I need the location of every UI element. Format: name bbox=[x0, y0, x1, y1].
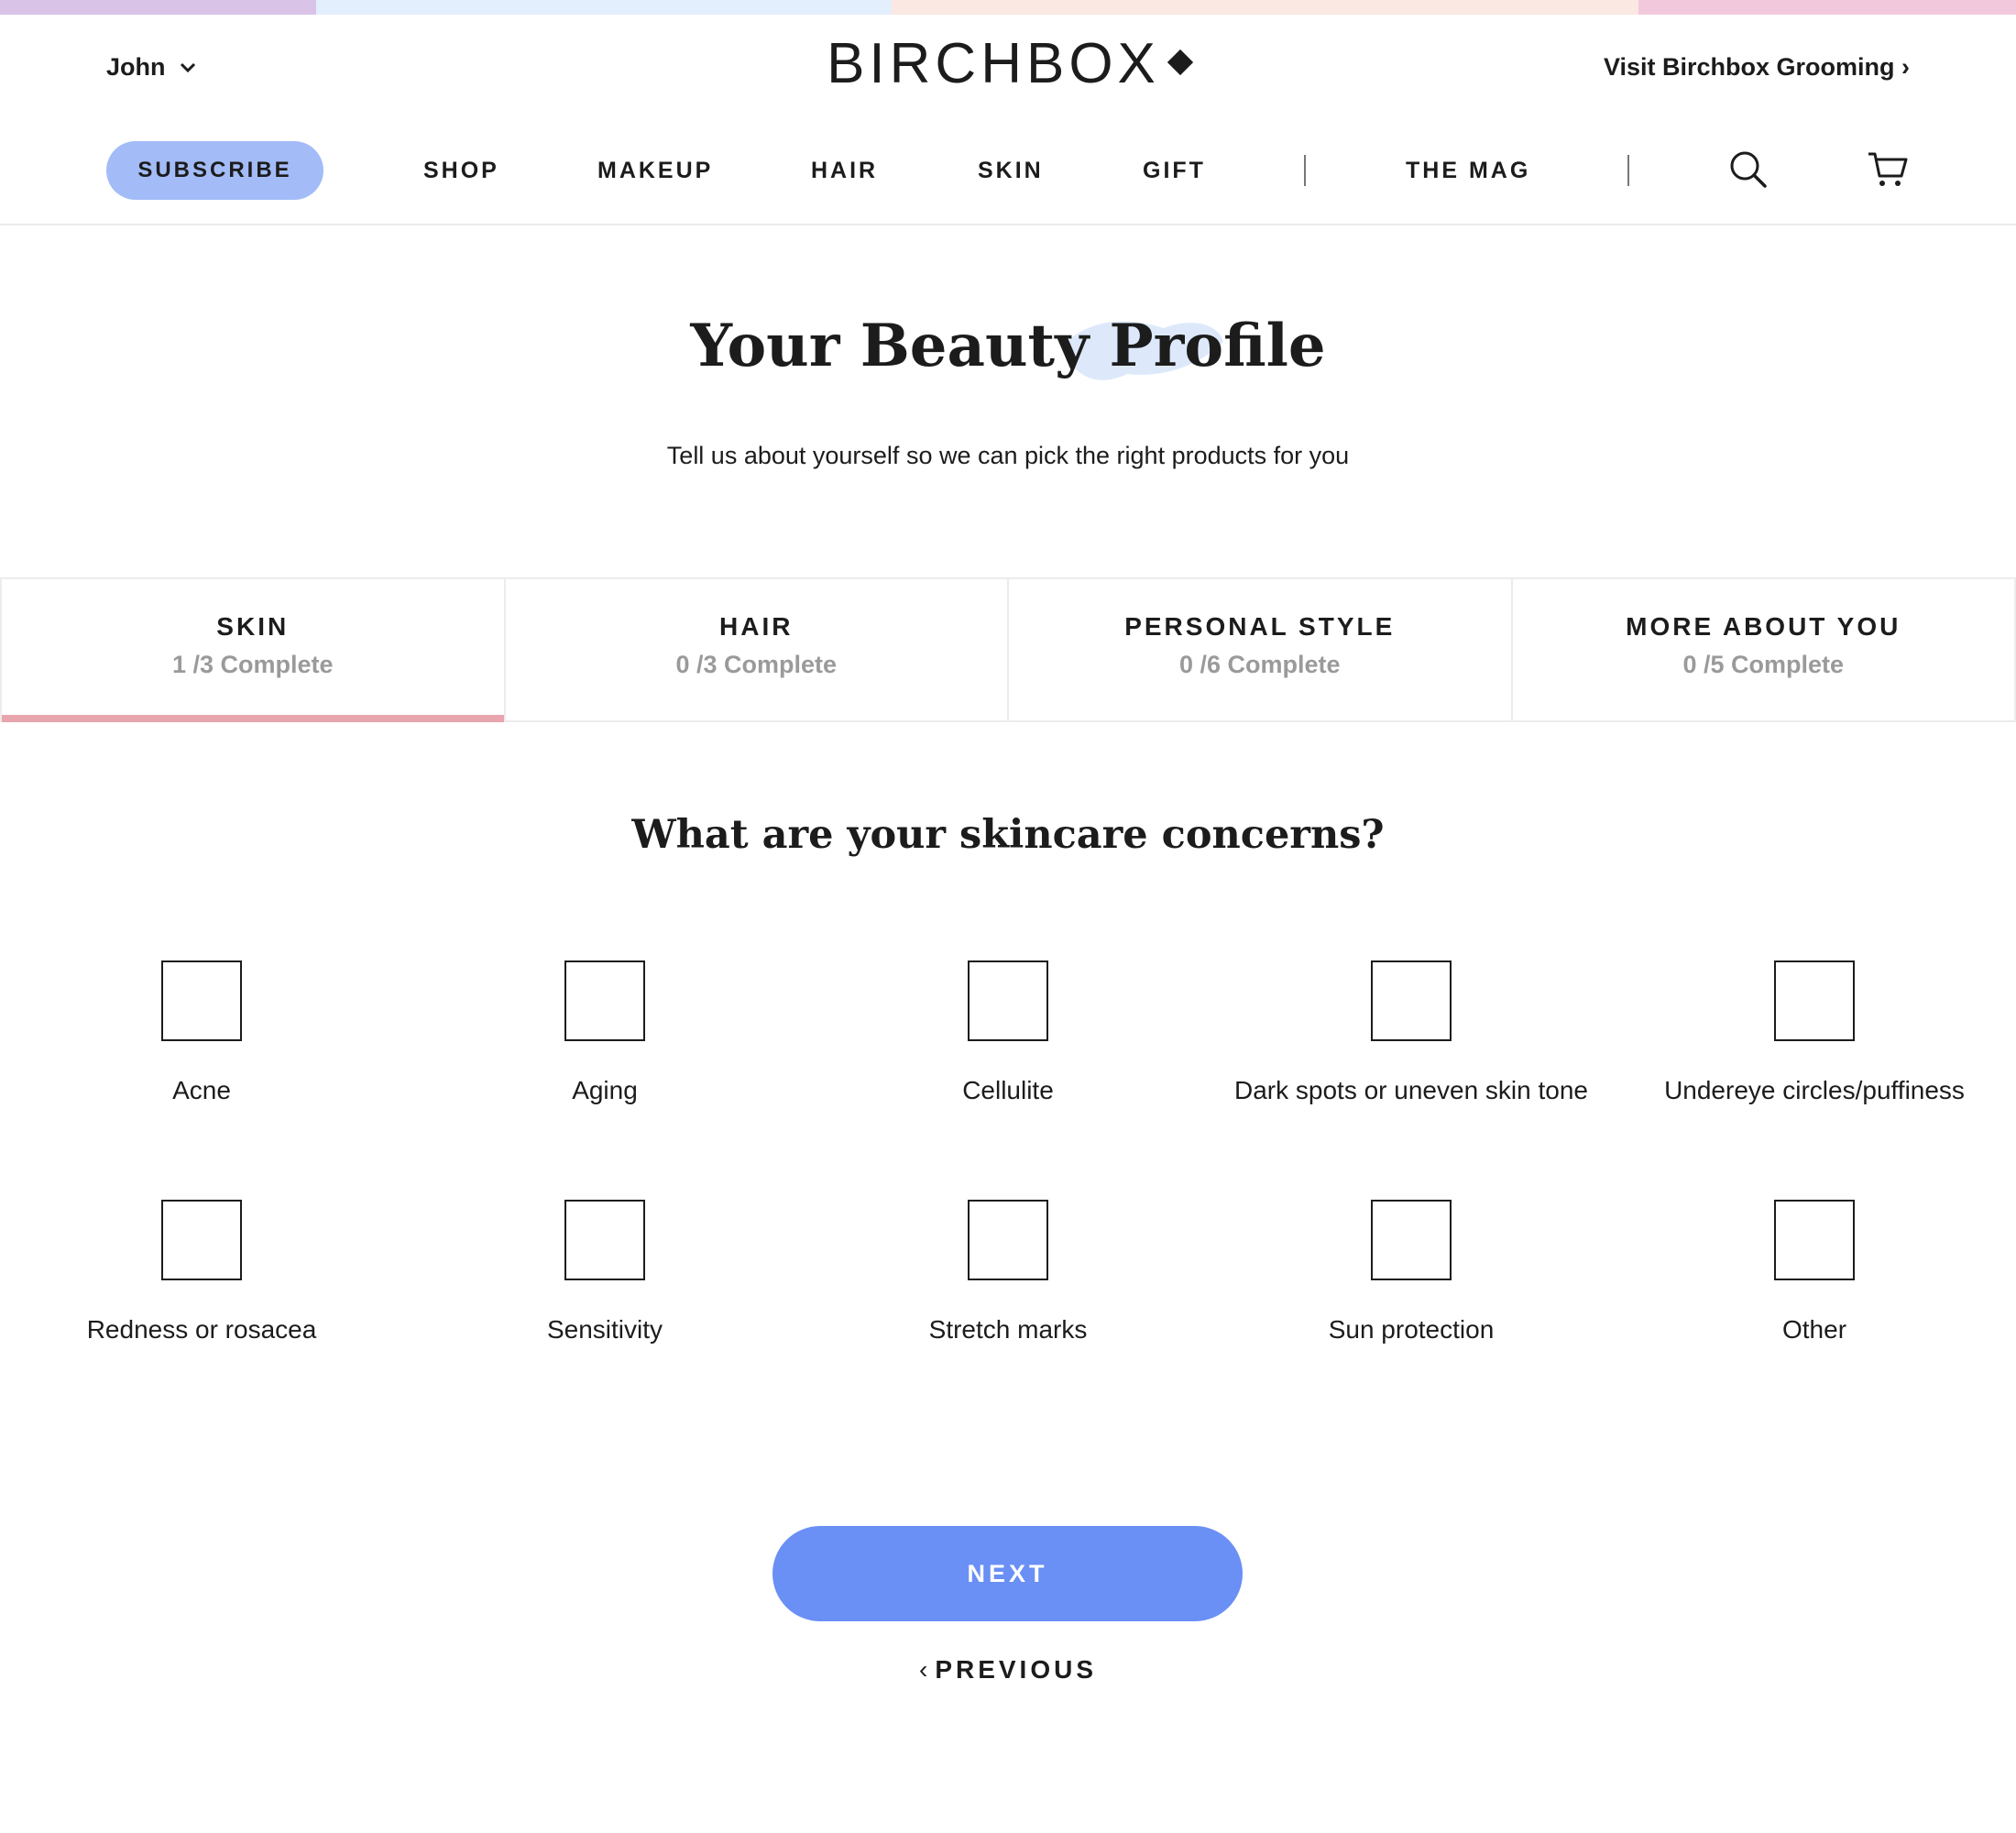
header: John BIRCHBOX Visit Birchbox Grooming › bbox=[0, 15, 2016, 125]
option-label: Aging bbox=[572, 1076, 638, 1104]
nav-item-skin[interactable]: SKIN bbox=[978, 158, 1044, 184]
nav-divider bbox=[1304, 155, 1306, 186]
tab-more-about-you[interactable]: MORE ABOUT YOU 0 /5 Complete bbox=[1510, 579, 2016, 720]
cart-icon[interactable] bbox=[1867, 148, 1909, 191]
option-label: Dark spots or uneven skin tone bbox=[1234, 1076, 1588, 1104]
tab-hair[interactable]: HAIR 0 /3 Complete bbox=[503, 579, 1008, 720]
tab-progress: 0 /5 Complete bbox=[1682, 651, 1845, 678]
checkbox[interactable] bbox=[161, 1200, 242, 1280]
option-label: Sensitivity bbox=[546, 1315, 663, 1344]
checkbox[interactable] bbox=[968, 1200, 1048, 1280]
stripe-segment-lavender bbox=[0, 0, 316, 15]
option-label: Cellulite bbox=[962, 1076, 1054, 1104]
stripe-segment-pink bbox=[1638, 0, 2016, 15]
chevron-left-icon: ‹ bbox=[918, 1655, 932, 1684]
option-dark-spots[interactable]: Dark spots or uneven skin tone bbox=[1210, 960, 1613, 1105]
option-other[interactable]: Other bbox=[1613, 1200, 2016, 1345]
tab-progress: 1 /3 Complete bbox=[171, 651, 334, 678]
checkbox[interactable] bbox=[564, 960, 645, 1041]
tab-label: SKIN bbox=[216, 612, 290, 641]
checkbox[interactable] bbox=[1774, 960, 1855, 1041]
checkbox[interactable] bbox=[1371, 960, 1452, 1041]
logo-text: BIRCHBOX bbox=[827, 32, 1160, 95]
previous-label: PREVIOUS bbox=[935, 1655, 1098, 1684]
main-nav: SUBSCRIBE SHOP MAKEUP HAIR SKIN GIFT THE… bbox=[0, 125, 2016, 225]
option-redness[interactable]: Redness or rosacea bbox=[0, 1200, 403, 1345]
page-subtitle: Tell us about yourself so we can pick th… bbox=[666, 442, 1350, 469]
tab-label: HAIR bbox=[719, 612, 794, 641]
nav-item-gift[interactable]: GIFT bbox=[1143, 158, 1206, 184]
nav-divider bbox=[1627, 155, 1629, 186]
profile-section-tabs: SKIN 1 /3 Complete HAIR 0 /3 Complete PE… bbox=[0, 577, 2016, 722]
nav-item-makeup[interactable]: MAKEUP bbox=[597, 158, 713, 184]
previous-link[interactable]: ‹ PREVIOUS bbox=[0, 1655, 2016, 1685]
nav-item-hair[interactable]: HAIR bbox=[811, 158, 878, 184]
checkbox[interactable] bbox=[1371, 1200, 1452, 1280]
option-label: Other bbox=[1781, 1315, 1847, 1344]
option-aging[interactable]: Aging bbox=[403, 960, 806, 1105]
next-button[interactable]: NEXT bbox=[772, 1526, 1243, 1621]
option-sun-protection[interactable]: Sun protection bbox=[1210, 1200, 1613, 1345]
option-undereye-circles[interactable]: Undereye circles/puffiness bbox=[1613, 960, 2016, 1105]
stripe-segment-peach bbox=[892, 0, 1638, 15]
option-label: Redness or rosacea bbox=[86, 1315, 317, 1344]
grooming-link[interactable]: Visit Birchbox Grooming › bbox=[1604, 53, 1910, 82]
stripe-segment-blue bbox=[316, 0, 892, 15]
checkbox[interactable] bbox=[161, 960, 242, 1041]
option-label: Stretch marks bbox=[928, 1315, 1088, 1344]
tab-progress: 0 /6 Complete bbox=[1178, 651, 1341, 678]
checkbox[interactable] bbox=[564, 1200, 645, 1280]
page-title: Your Beauty Profile bbox=[690, 312, 1326, 380]
option-stretch-marks[interactable]: Stretch marks bbox=[806, 1200, 1210, 1345]
tab-skin[interactable]: SKIN 1 /3 Complete bbox=[0, 579, 504, 722]
brand-color-stripe bbox=[0, 0, 2016, 15]
option-cellulite[interactable]: Cellulite bbox=[806, 960, 1210, 1105]
option-label: Undereye circles/puffiness bbox=[1664, 1076, 1965, 1104]
tab-label: MORE ABOUT YOU bbox=[1626, 612, 1901, 641]
tab-progress: 0 /3 Complete bbox=[675, 651, 838, 678]
subscribe-button[interactable]: SUBSCRIBE bbox=[106, 141, 323, 200]
tab-label: PERSONAL STYLE bbox=[1124, 612, 1396, 641]
option-acne[interactable]: Acne bbox=[0, 960, 403, 1105]
option-sensitivity[interactable]: Sensitivity bbox=[403, 1200, 806, 1345]
option-label: Acne bbox=[172, 1076, 231, 1104]
search-icon[interactable] bbox=[1727, 148, 1769, 191]
diamond-icon bbox=[1167, 49, 1194, 76]
checkbox[interactable] bbox=[1774, 1200, 1855, 1280]
option-label: Sun protection bbox=[1328, 1315, 1495, 1344]
question-heading: What are your skincare concerns? bbox=[631, 812, 1385, 858]
active-tab-indicator bbox=[2, 715, 504, 722]
tab-personal-style[interactable]: PERSONAL STYLE 0 /6 Complete bbox=[1007, 579, 1511, 720]
nav-item-the-mag[interactable]: THE MAG bbox=[1406, 158, 1530, 184]
checkbox[interactable] bbox=[968, 960, 1048, 1041]
nav-item-shop[interactable]: SHOP bbox=[423, 158, 499, 184]
